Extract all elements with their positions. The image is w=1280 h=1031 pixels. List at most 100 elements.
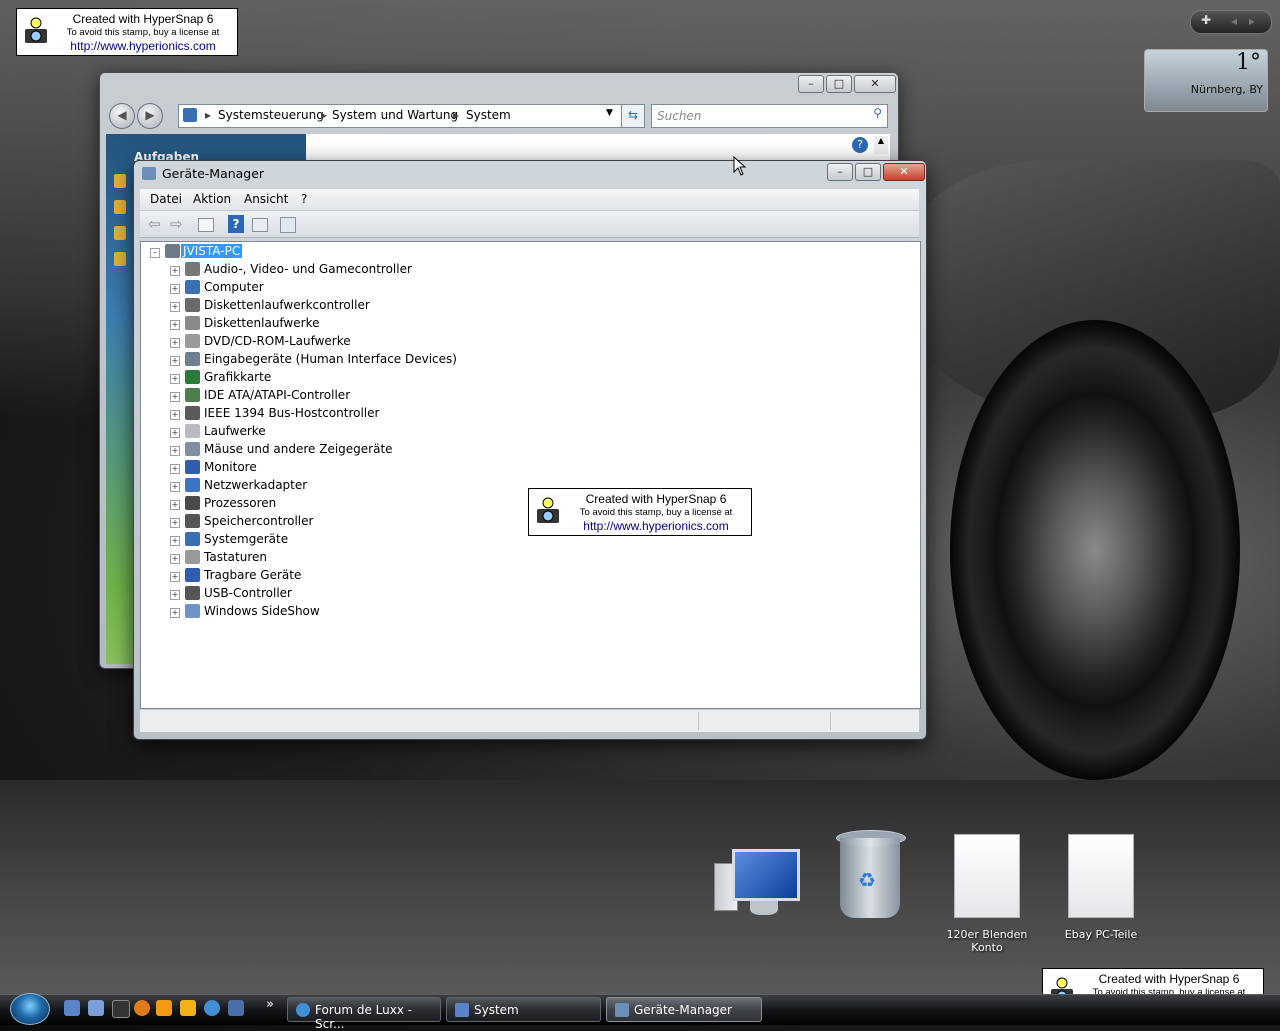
next-icon[interactable]: ▸ xyxy=(1249,14,1255,28)
tree-item[interactable]: + Speichercontroller xyxy=(141,513,541,531)
desktop-file-120er-blenden-konto[interactable]: 120er Blenden Konto xyxy=(932,834,1042,954)
add-gadget-icon[interactable]: ✚ xyxy=(1201,13,1211,27)
expand-toggle[interactable]: + xyxy=(170,428,180,438)
tree-item[interactable]: + Computer xyxy=(141,279,541,297)
switch-windows-icon[interactable] xyxy=(88,1000,104,1016)
tree-item[interactable]: + Eingabegeräte (Human Interface Devices) xyxy=(141,351,541,369)
mouse-icon xyxy=(185,442,200,456)
minimize-button[interactable]: – xyxy=(827,163,853,181)
tree-item[interactable]: + Netzwerkadapter xyxy=(141,477,541,495)
forward-arrow-icon[interactable]: ⇨ xyxy=(170,215,188,233)
back-button[interactable]: ◀ xyxy=(109,103,135,129)
tree-item[interactable]: + Tastaturen xyxy=(141,549,541,567)
desktop-file-ebay-pc-teile[interactable]: Ebay PC-Teile xyxy=(1048,834,1154,944)
expand-toggle[interactable]: + xyxy=(170,518,180,528)
close-button[interactable]: ✕ xyxy=(883,163,925,181)
expand-toggle[interactable]: + xyxy=(170,554,180,564)
expand-toggle[interactable]: + xyxy=(170,266,180,276)
breadcrumb-systemsteuerung[interactable]: Systemsteuerung xyxy=(218,108,324,122)
menu-ansicht[interactable]: Ansicht xyxy=(244,192,288,206)
chevron-down-icon[interactable]: ▼ xyxy=(606,108,613,118)
tree-item[interactable]: + Grafikkarte xyxy=(141,369,541,387)
expand-toggle[interactable]: + xyxy=(170,410,180,420)
device-manager-quicklaunch-icon[interactable] xyxy=(228,1000,244,1016)
address-bar[interactable]: ▸ Systemsteuerung ▸ System und Wartung ▸… xyxy=(178,104,645,128)
prev-icon[interactable]: ◂ xyxy=(1231,14,1237,28)
weather-gadget[interactable]: 1° Nürnberg, BY xyxy=(1144,49,1268,112)
expand-toggle[interactable]: + xyxy=(170,608,180,618)
tree-item[interactable]: + Monitore xyxy=(141,459,541,477)
expand-toggle[interactable]: + xyxy=(170,572,180,582)
menu-datei[interactable]: Datei xyxy=(150,192,182,206)
search-input[interactable]: Suchen ⚲ xyxy=(651,104,888,128)
expand-toggle[interactable]: + xyxy=(170,320,180,330)
tree-item[interactable]: + Mäuse und andere Zeigegeräte xyxy=(141,441,541,459)
tree-item[interactable]: + Diskettenlaufwerkcontroller xyxy=(141,297,541,315)
properties-icon[interactable] xyxy=(252,218,268,232)
menu-aktion[interactable]: Aktion xyxy=(193,192,231,206)
expand-toggle[interactable]: + xyxy=(170,500,180,510)
taskbar-button-device-manager[interactable]: Geräte-Manager xyxy=(606,997,762,1022)
expand-toggle[interactable]: + xyxy=(170,392,180,402)
tree-item[interactable]: + DVD/CD-ROM-Laufwerke xyxy=(141,333,541,351)
sidebar-controls[interactable]: ✚ ◂ ▸ xyxy=(1190,10,1272,34)
tree-item-label: Monitore xyxy=(204,460,257,474)
tree-item-label: Computer xyxy=(204,280,264,294)
forward-button[interactable]: ▶ xyxy=(137,103,163,129)
show-desktop-icon[interactable] xyxy=(64,1000,80,1016)
media-player-icon[interactable] xyxy=(180,1000,196,1016)
breadcrumb-system[interactable]: System xyxy=(466,108,511,122)
back-arrow-icon[interactable]: ⇦ xyxy=(148,215,166,233)
tree-item-label: IEEE 1394 Bus-Hostcontroller xyxy=(204,406,380,420)
expand-toggle[interactable]: + xyxy=(170,536,180,546)
internet-explorer-icon[interactable] xyxy=(204,1000,220,1016)
maximize-button[interactable]: □ xyxy=(855,163,881,181)
scroll-up-button[interactable]: ▲ xyxy=(874,136,888,154)
show-hide-console-tree-icon[interactable] xyxy=(198,218,214,232)
tree-item[interactable]: + Laufwerke xyxy=(141,423,541,441)
quicklaunch-overflow[interactable]: » xyxy=(266,997,274,1012)
vlc-icon[interactable] xyxy=(156,1000,172,1016)
collapse-toggle[interactable]: – xyxy=(150,248,160,258)
expand-toggle[interactable]: + xyxy=(170,356,180,366)
expand-toggle[interactable]: + xyxy=(170,482,180,492)
taskbar-button-forum[interactable]: Forum de Luxx - Scr... xyxy=(287,997,441,1031)
tree-item[interactable]: + IDE ATA/ATAPI-Controller xyxy=(141,387,541,405)
tree-item[interactable]: + Windows SideShow xyxy=(141,603,541,621)
processor-icon xyxy=(185,496,200,510)
tree-item[interactable]: + Audio-, Video- und Gamecontroller xyxy=(141,261,541,279)
start-button[interactable] xyxy=(10,993,50,1025)
desktop-computer-icon[interactable] xyxy=(710,845,800,925)
close-button[interactable]: ✕ xyxy=(854,75,896,93)
expand-toggle[interactable]: + xyxy=(170,338,180,348)
help-icon[interactable]: ? xyxy=(852,137,868,153)
tree-item[interactable]: + Prozessoren xyxy=(141,495,541,513)
expand-toggle[interactable]: + xyxy=(170,284,180,294)
tree-root[interactable]: – JVISTA-PC xyxy=(141,243,541,261)
tree-item[interactable]: + Systemgeräte xyxy=(141,531,541,549)
device-manager-window[interactable]: Geräte-Manager – □ ✕ Datei Aktion Ansich… xyxy=(133,160,927,740)
help-icon[interactable]: ? xyxy=(228,215,244,233)
recycle-bin-icon[interactable]: ♻ xyxy=(832,828,908,923)
expand-toggle[interactable]: + xyxy=(170,590,180,600)
expand-toggle[interactable]: + xyxy=(170,374,180,384)
expand-toggle[interactable]: + xyxy=(170,446,180,456)
tree-item[interactable]: + Tragbare Geräte xyxy=(141,567,541,585)
refresh-button[interactable]: ⇆ xyxy=(621,104,645,128)
info-icon[interactable] xyxy=(134,1000,150,1016)
search-icon[interactable]: ⚲ xyxy=(873,106,882,120)
taskbar-button-system[interactable]: System xyxy=(446,997,601,1022)
app-icon[interactable] xyxy=(112,1000,130,1018)
menu-help[interactable]: ? xyxy=(301,192,307,206)
device-tree[interactable]: – JVISTA-PC + Audio-, Video- und Gamecont… xyxy=(140,241,921,709)
scan-hardware-icon[interactable] xyxy=(280,217,296,233)
document-icon xyxy=(1068,834,1134,918)
tree-item[interactable]: + IEEE 1394 Bus-Hostcontroller xyxy=(141,405,541,423)
minimize-button[interactable]: – xyxy=(798,75,824,93)
tree-item[interactable]: + Diskettenlaufwerke xyxy=(141,315,541,333)
expand-toggle[interactable]: + xyxy=(170,464,180,474)
maximize-button[interactable]: □ xyxy=(826,75,852,93)
tree-item[interactable]: + USB-Controller xyxy=(141,585,541,603)
breadcrumb-system-und-wartung[interactable]: System und Wartung xyxy=(332,108,458,122)
expand-toggle[interactable]: + xyxy=(170,302,180,312)
